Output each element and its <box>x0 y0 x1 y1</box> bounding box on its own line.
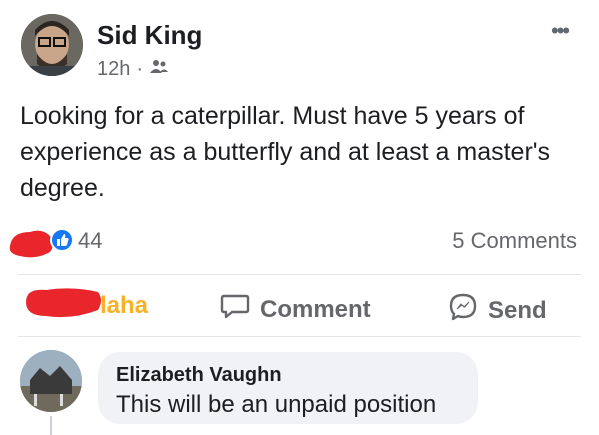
divider-top <box>18 274 581 275</box>
send-button[interactable]: Send <box>448 292 547 329</box>
post-time[interactable]: 12h <box>97 58 130 81</box>
comment-author-name[interactable]: Elizabeth Vaughn <box>116 364 282 387</box>
friends-audience-icon[interactable] <box>149 58 169 81</box>
haha-label: laha <box>100 292 149 319</box>
send-label: Send <box>488 296 547 324</box>
redaction-mark-haha <box>22 282 104 322</box>
like-reaction-icon[interactable] <box>50 228 74 257</box>
post-author-name[interactable]: Sid King <box>97 20 202 51</box>
commenter-avatar[interactable] <box>20 350 82 412</box>
meta-separator: · <box>136 58 144 80</box>
messenger-send-icon <box>448 292 478 329</box>
comment-label: Comment <box>260 295 371 323</box>
post-meta: 12h · <box>97 58 169 81</box>
divider-bottom <box>18 336 581 337</box>
comment-icon <box>220 292 250 327</box>
post-text: Looking for a caterpillar. Must have 5 y… <box>20 102 551 202</box>
author-avatar[interactable] <box>21 14 83 76</box>
thread-line <box>50 416 52 435</box>
reaction-count[interactable]: 44 <box>78 228 102 254</box>
comment-button[interactable]: Comment <box>220 292 371 327</box>
comment-text: This will be an unpaid position <box>116 391 437 418</box>
comments-count-link[interactable]: 5 Comments <box>452 228 577 254</box>
more-options-icon[interactable]: ••• <box>551 18 570 44</box>
haha-button[interactable]: laha <box>100 292 148 320</box>
